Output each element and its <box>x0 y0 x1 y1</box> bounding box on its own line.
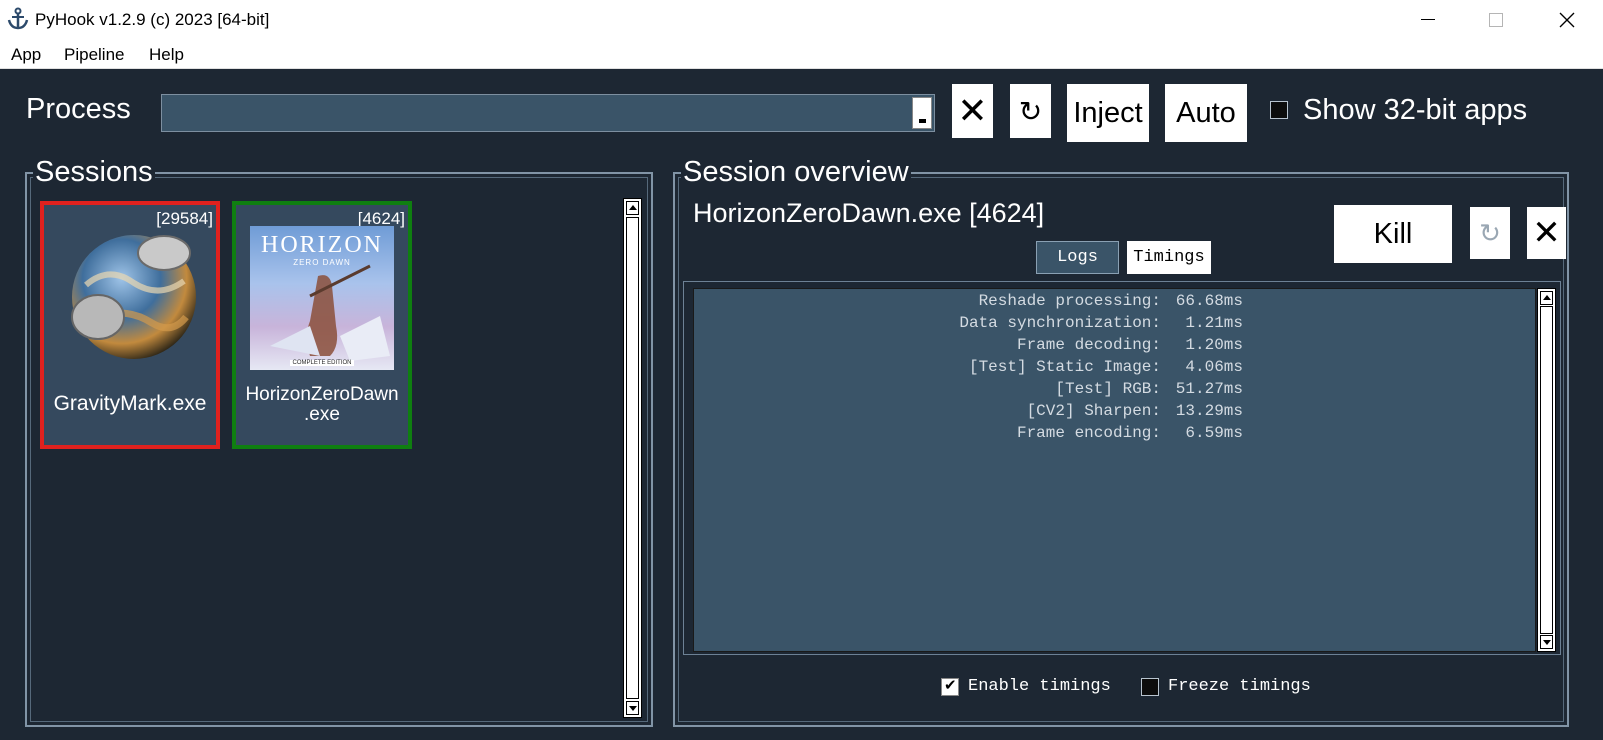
kill-button[interactable]: Kill <box>1334 205 1452 263</box>
dropdown-arrow-icon[interactable] <box>912 97 932 129</box>
close-icon <box>1559 12 1575 27</box>
cover-art <box>270 264 390 361</box>
timing-row: Reshade processing: 66.68ms <box>694 292 1251 314</box>
close-window-button[interactable] <box>1533 0 1601 39</box>
session-card-gravitymark[interactable]: [29584] GravityMark.exe <box>40 201 220 449</box>
minimize-button[interactable] <box>1394 0 1462 39</box>
timing-name: [Test] RGB: <box>1055 380 1161 398</box>
minimize-icon <box>1421 19 1435 20</box>
horizon-cover-image: HORIZON ZERO DAWN COMPLETE EDITION <box>250 226 394 370</box>
show-32bit-label[interactable]: Show 32-bit apps <box>1303 94 1527 127</box>
sessions-scrollbar[interactable] <box>623 198 642 718</box>
timing-row: [Test] RGB: 51.27ms <box>694 380 1251 402</box>
inject-button[interactable]: Inject <box>1067 84 1149 142</box>
timing-value: 6.59ms <box>1185 424 1243 442</box>
window-title: PyHook v1.2.9 (c) 2023 [64-bit] <box>35 10 270 29</box>
selected-session-title: HorizonZeroDawn.exe [4624] <box>693 198 1045 228</box>
close-session-button[interactable]: ✕ <box>1527 207 1566 259</box>
menu-app[interactable]: App <box>11 45 41 65</box>
timings-scrollbar[interactable] <box>1537 288 1556 652</box>
process-label: Process <box>26 93 131 125</box>
freeze-timings-label[interactable]: Freeze timings <box>1168 677 1311 696</box>
timing-name: [Test] Static Image: <box>968 358 1161 376</box>
refresh-processes-button[interactable]: ↻ <box>1010 84 1051 138</box>
timing-name: Data synchronization: <box>959 314 1161 332</box>
title-bar: PyHook v1.2.9 (c) 2023 [64-bit] <box>0 0 1603 39</box>
maximize-button[interactable] <box>1462 0 1530 39</box>
tab-timings[interactable]: Timings <box>1127 241 1211 274</box>
enable-timings-checkbox[interactable] <box>941 676 959 696</box>
sessions-title: Sessions <box>33 156 155 189</box>
timing-name: Reshade processing: <box>978 292 1161 310</box>
enable-timings-label[interactable]: Enable timings <box>968 677 1111 696</box>
menu-help[interactable]: Help <box>149 45 184 65</box>
clear-process-button[interactable]: ✕ <box>952 84 993 138</box>
timing-row: [CV2] Sharpen: 13.29ms <box>694 402 1251 424</box>
show-32bit-checkbox[interactable] <box>1270 101 1288 119</box>
tab-logs[interactable]: Logs <box>1036 241 1119 274</box>
timing-value: 1.20ms <box>1185 336 1243 354</box>
menu-bar: App Pipeline Help <box>0 39 1603 69</box>
timing-name: Frame encoding: <box>1016 424 1161 442</box>
session-card-horizonzerodawn[interactable]: [4624] HORIZON ZERO DAWN COMPLETE EDITIO… <box>232 201 412 449</box>
timing-row: Frame decoding: 1.20ms <box>694 336 1251 358</box>
timing-value: 66.68ms <box>1175 292 1243 310</box>
timing-value: 1.21ms <box>1185 314 1243 332</box>
restart-session-button[interactable]: ↻ <box>1470 207 1510 259</box>
timing-name: Frame decoding: <box>1016 336 1161 354</box>
auto-button[interactable]: Auto <box>1165 84 1247 142</box>
scrollbar-track[interactable] <box>626 217 639 699</box>
anchor-icon <box>7 7 29 30</box>
timing-value: 13.29ms <box>1175 402 1243 420</box>
freeze-timings-checkbox[interactable] <box>1141 678 1159 696</box>
scroll-down-icon[interactable] <box>626 701 639 715</box>
timings-text-area[interactable]: Reshade processing: 66.68ms Data synchron… <box>693 288 1536 652</box>
scroll-up-icon[interactable] <box>626 201 639 215</box>
session-overview-title: Session overview <box>681 156 911 189</box>
timing-value: 4.06ms <box>1185 358 1243 376</box>
scrollbar-track[interactable] <box>1540 306 1553 634</box>
process-select[interactable] <box>161 94 935 132</box>
maximize-icon <box>1489 12 1503 27</box>
timing-name: [CV2] Sharpen: <box>1026 402 1161 420</box>
timing-value: 51.27ms <box>1175 380 1243 398</box>
gravitymark-app-icon <box>71 235 196 359</box>
session-name: HorizonZeroDawn .exe <box>245 384 399 425</box>
timing-row: Frame encoding: 6.59ms <box>694 424 1251 446</box>
timing-row: [Test] Static Image: 4.06ms <box>694 358 1251 380</box>
timing-row: Data synchronization: 1.21ms <box>694 314 1251 336</box>
scroll-down-icon[interactable] <box>1540 635 1553 649</box>
session-name: GravityMark.exe <box>53 392 207 415</box>
scroll-up-icon[interactable] <box>1540 291 1553 305</box>
menu-pipeline[interactable]: Pipeline <box>64 45 125 65</box>
cover-edition: COMPLETE EDITION <box>290 360 354 366</box>
